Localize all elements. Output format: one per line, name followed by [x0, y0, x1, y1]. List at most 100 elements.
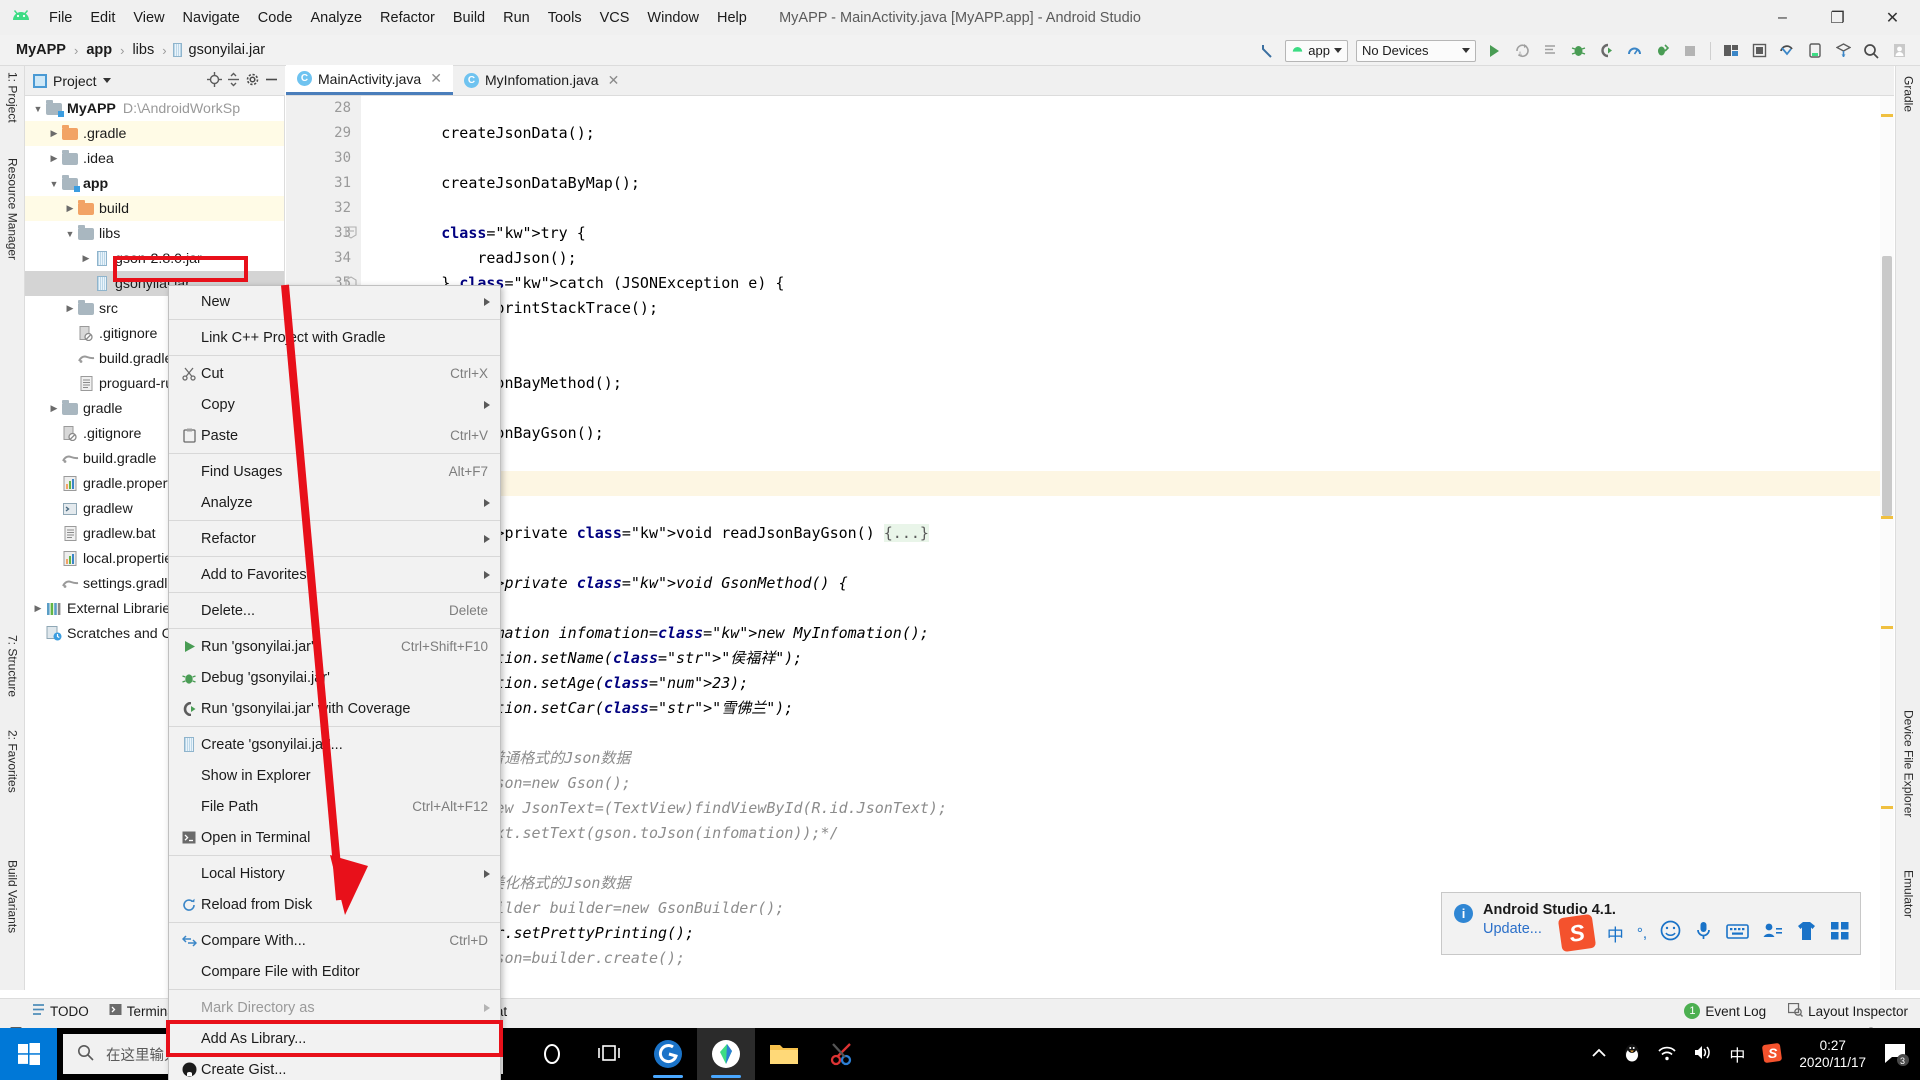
bottom-item-layout-inspector[interactable]: Layout Inspector: [1788, 1002, 1908, 1020]
bottom-item-todo[interactable]: TODO: [32, 1003, 89, 1019]
code-line[interactable]: infomation.setName(class="str">"侯福祥");: [361, 646, 1894, 671]
ime-toolbar[interactable]: S 中 °,: [1557, 913, 1850, 953]
tree-node-build[interactable]: build: [25, 196, 284, 221]
collapse-all-icon[interactable]: [226, 72, 241, 90]
breadcrumb-item-libs[interactable]: libs: [130, 42, 156, 58]
close-button[interactable]: ✕: [1865, 0, 1920, 35]
sidebar-item-favorites[interactable]: 2: Favorites: [0, 726, 25, 797]
code-line[interactable]: class="kw">try {: [361, 221, 1894, 246]
code-line[interactable]: class="kw">private class="kw">void readJ…: [361, 521, 1894, 546]
code-line[interactable]: JsonText.setText(gson.toJson(infomation)…: [361, 821, 1894, 846]
qq-icon[interactable]: [1623, 1043, 1641, 1066]
tree-node-libs[interactable]: libs: [25, 221, 284, 246]
menu-item-find-usages[interactable]: Find Usages Alt+F7: [169, 456, 500, 487]
code-line[interactable]: [361, 96, 1894, 121]
menu-item-view[interactable]: View: [124, 6, 173, 30]
code-editor[interactable]: createJsonData(); createJsonDataByMap();…: [361, 96, 1894, 990]
search-everywhere-icon[interactable]: [1858, 39, 1884, 63]
start-button[interactable]: [0, 1028, 57, 1080]
menu-item-new[interactable]: New: [169, 286, 500, 317]
code-line[interactable]: readJsonBayMethod();: [361, 371, 1894, 396]
breadcrumb-item-project[interactable]: MyAPP: [14, 42, 68, 58]
sidebar-item-project[interactable]: 1: Project: [0, 68, 25, 127]
code-line[interactable]: [361, 396, 1894, 421]
project-panel-header[interactable]: Project: [25, 66, 285, 96]
cortana-icon[interactable]: [523, 1028, 581, 1080]
maximize-button[interactable]: ❐: [1810, 0, 1865, 35]
menu-item-debug-gsonyilai-jar[interactable]: Debug 'gsonyilai.jar': [169, 662, 500, 693]
sidebar-item-gradle[interactable]: Gradle: [1896, 72, 1920, 116]
sogou-tray-icon[interactable]: S: [1761, 1042, 1783, 1067]
menu-item-link-c++-project-with-gradle[interactable]: Link C++ Project with Gradle: [169, 322, 500, 353]
chevron-down-icon[interactable]: [102, 78, 111, 83]
notification-center-icon[interactable]: 3: [1882, 1040, 1910, 1068]
menu-item-copy[interactable]: Copy: [169, 389, 500, 420]
profile-icon[interactable]: [1621, 39, 1647, 63]
code-line[interactable]: [361, 546, 1894, 571]
window-controls[interactable]: – ❐ ✕: [1755, 0, 1920, 35]
tab-myinfomation-java[interactable]: C MyInfomation.java ✕: [453, 65, 630, 95]
code-line[interactable]: }: [361, 321, 1894, 346]
ime-mode-label[interactable]: 中: [1607, 921, 1624, 946]
menu-item-local-history[interactable]: Local History: [169, 858, 500, 889]
editor-scrollbar[interactable]: [1880, 96, 1894, 990]
code-line[interactable]: } class="kw">catch (JSONException e) {: [361, 271, 1894, 296]
apply-changes-icon[interactable]: A: [1509, 39, 1535, 63]
sdk-manager-icon[interactable]: [1718, 39, 1744, 63]
menu-item-paste[interactable]: Paste Ctrl+V: [169, 420, 500, 451]
code-line[interactable]: e.printStackTrace();: [361, 296, 1894, 321]
code-line[interactable]: /*生成普通格式的Json数据: [361, 746, 1894, 771]
apply-code-changes-icon[interactable]: [1537, 39, 1563, 63]
account-icon[interactable]: [1886, 39, 1912, 63]
menu-item-create-gist[interactable]: Create Gist...: [169, 1054, 500, 1080]
tree-node-gson-2-8-0-jar[interactable]: gson-2.8.0.jar: [25, 246, 284, 271]
code-line[interactable]: }: [361, 471, 1894, 496]
scrollbar-thumb[interactable]: [1882, 256, 1892, 516]
network-icon[interactable]: [1657, 1045, 1677, 1064]
menu-item-navigate[interactable]: Navigate: [174, 6, 249, 30]
volume-icon[interactable]: [1693, 1044, 1713, 1064]
menu-item-compare-with[interactable]: Compare With... Ctrl+D: [169, 925, 500, 956]
run-icon[interactable]: [1481, 39, 1507, 63]
menu-item-analyze[interactable]: Analyze: [301, 6, 371, 30]
minimize-button[interactable]: –: [1755, 0, 1810, 35]
chevron-up-icon[interactable]: [1591, 1046, 1607, 1062]
microphone-icon[interactable]: [1694, 920, 1713, 946]
smiley-icon[interactable]: [1660, 920, 1681, 946]
code-line[interactable]: [361, 346, 1894, 371]
run-with-coverage-icon[interactable]: [1649, 39, 1675, 63]
chevron-right-icon[interactable]: [79, 253, 93, 264]
menu-item-compare-file-with-editor[interactable]: Compare File with Editor: [169, 956, 500, 987]
device-selector[interactable]: No Devices: [1356, 39, 1476, 62]
locate-icon[interactable]: [207, 71, 222, 90]
code-line[interactable]: createJsonData();: [361, 121, 1894, 146]
menu-item-run-gsonyilai-jar-with-coverage[interactable]: Run 'gsonyilai.jar' with Coverage: [169, 693, 500, 724]
chevron-right-icon[interactable]: [47, 128, 61, 139]
menu-item-vcs[interactable]: VCS: [591, 6, 639, 30]
code-line[interactable]: [361, 846, 1894, 871]
user-icon[interactable]: [1762, 921, 1783, 945]
code-line[interactable]: readJsonBayGson();: [361, 421, 1894, 446]
breadcrumb-item-file[interactable]: gsonyilai.jar: [187, 42, 268, 58]
scrollbar-warning-mark[interactable]: [1881, 626, 1893, 629]
menu-item-show-in-explorer[interactable]: Show in Explorer: [169, 760, 500, 791]
sidebar-item-emulator[interactable]: Emulator: [1896, 866, 1920, 922]
menu-item-edit[interactable]: Edit: [81, 6, 124, 30]
tab-mainactivity-java[interactable]: C MainActivity.java ✕: [286, 65, 453, 95]
sync-gradle-icon[interactable]: [1774, 39, 1800, 63]
sogou-icon[interactable]: S: [1557, 913, 1597, 953]
chevron-right-icon[interactable]: [31, 603, 45, 614]
main-toolbar[interactable]: app No Devices A: [1254, 35, 1912, 66]
project-structure-icon[interactable]: [1830, 39, 1856, 63]
bottom-item-event-log[interactable]: 1 Event Log: [1684, 1003, 1766, 1019]
task-view-icon[interactable]: [581, 1028, 639, 1080]
menu-item-refactor[interactable]: Refactor: [371, 6, 444, 30]
code-line[interactable]: [361, 146, 1894, 171]
device-manager-icon[interactable]: [1802, 39, 1828, 63]
menu-item-file[interactable]: File: [40, 6, 81, 30]
attach-debugger-icon[interactable]: [1593, 39, 1619, 63]
left-tool-strip[interactable]: 1: Project Resource Manager 7: Structure…: [0, 66, 25, 990]
tree-node--gradle[interactable]: .gradle: [25, 121, 284, 146]
menu-item-run[interactable]: Run: [494, 6, 539, 30]
code-line[interactable]: [361, 496, 1894, 521]
